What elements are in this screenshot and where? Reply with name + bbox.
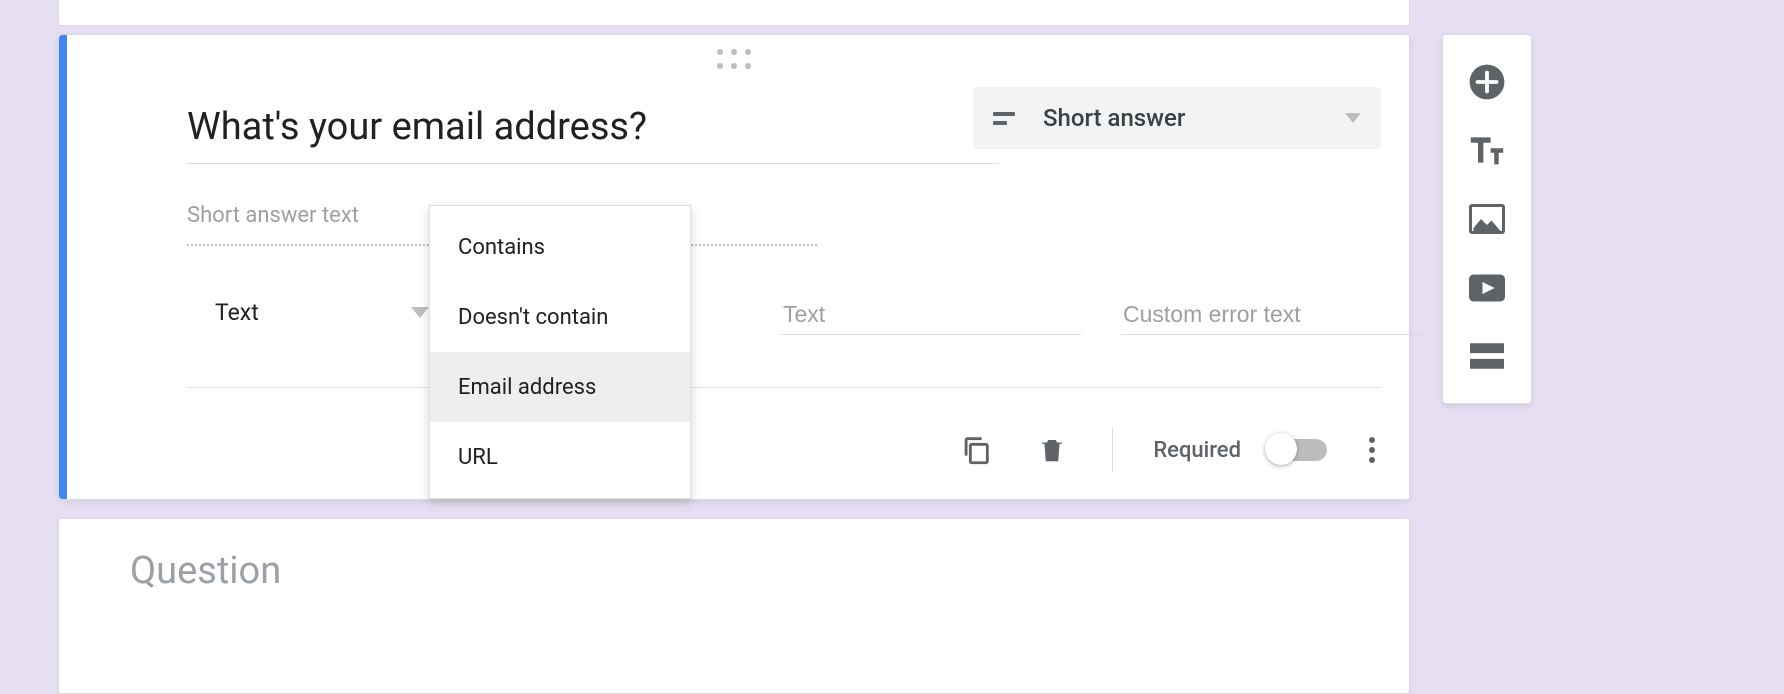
caret-down-icon (411, 307, 429, 318)
menu-item-email-address[interactable]: Email address (430, 352, 690, 422)
validation-condition-menu: Contains Doesn't contain Email address U… (429, 205, 691, 499)
delete-button[interactable] (1032, 430, 1072, 470)
section-icon (1470, 343, 1504, 369)
card-divider (187, 387, 1381, 388)
validation-type-select[interactable]: Text (187, 273, 457, 351)
drag-handle-icon[interactable] (717, 49, 751, 69)
validation-error-input[interactable] (1121, 295, 1425, 335)
menu-item-doesnt-contain[interactable]: Doesn't contain (430, 282, 690, 352)
next-question-placeholder: Question (130, 549, 281, 593)
video-icon (1469, 274, 1505, 302)
question-title-input[interactable]: What's your email address? (187, 105, 999, 164)
caret-down-icon (1345, 113, 1361, 123)
image-icon (1469, 204, 1505, 234)
add-image-button[interactable] (1465, 197, 1509, 241)
card-accent-bar (59, 35, 67, 499)
side-toolbar (1442, 34, 1532, 404)
add-video-button[interactable] (1465, 266, 1509, 310)
add-section-button[interactable] (1465, 334, 1509, 378)
previous-card-edge (58, 0, 1410, 26)
question-type-select[interactable]: Short answer (973, 87, 1381, 149)
footer-divider (1112, 428, 1113, 472)
question-card-next[interactable]: Question (58, 518, 1410, 694)
text-tt-icon (1469, 135, 1505, 165)
required-toggle[interactable] (1265, 439, 1327, 461)
plus-circle-icon (1468, 63, 1506, 101)
card-footer: Required (187, 415, 1381, 485)
validation-type-label: Text (215, 299, 411, 326)
add-question-button[interactable] (1465, 60, 1509, 104)
menu-item-contains[interactable]: Contains (430, 212, 690, 282)
more-options-button[interactable] (1363, 431, 1381, 469)
validation-row: Text (187, 273, 1381, 351)
question-type-label: Short answer (1043, 104, 1345, 132)
validation-value-input[interactable] (781, 295, 1081, 335)
menu-item-url[interactable]: URL (430, 422, 690, 492)
add-title-button[interactable] (1465, 128, 1509, 172)
duplicate-button[interactable] (956, 430, 996, 470)
required-label: Required (1153, 438, 1241, 463)
toggle-knob (1265, 433, 1297, 465)
trash-icon (1037, 433, 1067, 467)
short-answer-icon (993, 112, 1021, 125)
question-card-active: What's your email address? Short answer … (58, 34, 1410, 500)
copy-icon (959, 433, 993, 467)
